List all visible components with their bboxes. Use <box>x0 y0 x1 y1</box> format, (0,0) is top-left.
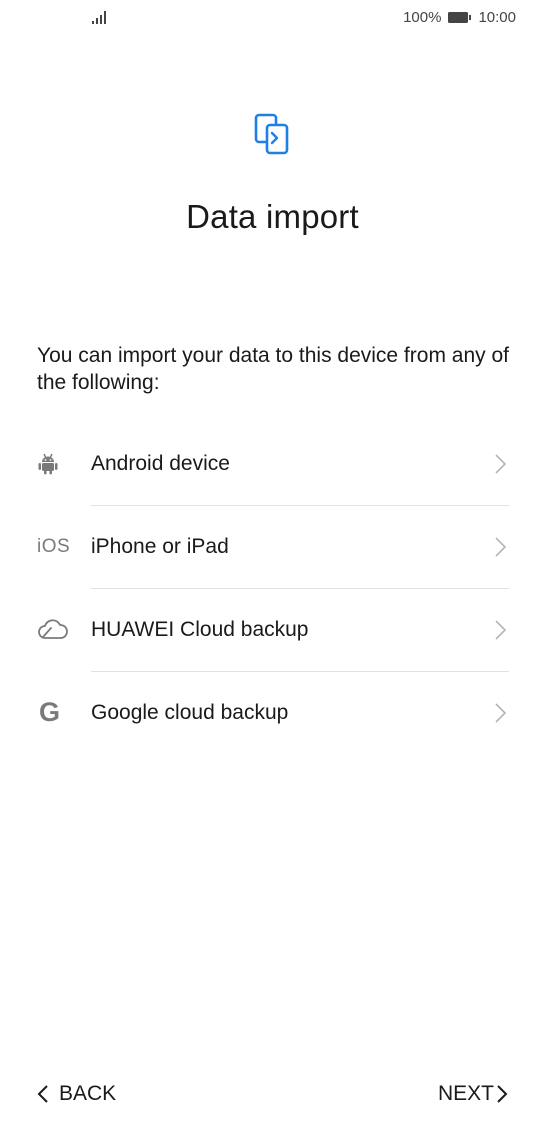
back-button[interactable]: BACK <box>37 1082 116 1106</box>
status-bar: 100% 10:00 <box>0 0 545 36</box>
source-label: iPhone or iPad <box>91 534 229 558</box>
battery-full-icon <box>448 12 472 23</box>
source-label: Android device <box>91 451 230 475</box>
source-google-cloud-backup[interactable]: G Google cloud backup <box>37 671 509 754</box>
chevron-right-icon <box>495 453 507 474</box>
chevron-right-icon <box>497 1085 508 1103</box>
signal-bars-icon <box>92 11 106 24</box>
status-right: 100% 10:00 <box>403 9 516 26</box>
intro-text: You can import your data to this device … <box>37 344 509 394</box>
next-label: NEXT <box>437 1082 494 1105</box>
source-iphone-or-ipad[interactable]: iOS iPhone or iPad <box>37 505 509 588</box>
clock: 10:00 <box>478 9 516 26</box>
ios-icon: iOS <box>37 535 71 557</box>
chevron-right-icon <box>495 702 507 723</box>
chevron-left-icon <box>37 1085 48 1103</box>
google-icon: G <box>39 697 61 727</box>
source-huawei-cloud-backup[interactable]: HUAWEI Cloud backup <box>37 588 509 671</box>
import-source-list: Android device iOS iPhone or iPad HUAWEI… <box>37 422 509 754</box>
next-button[interactable]: NEXT <box>438 1082 508 1106</box>
battery-percent: 100% <box>403 9 442 26</box>
android-icon <box>37 449 73 479</box>
chevron-right-icon <box>495 619 507 640</box>
back-label: BACK <box>59 1082 117 1105</box>
cloud-icon <box>37 615 73 645</box>
chevron-right-icon <box>495 536 507 557</box>
source-label: Google cloud backup <box>91 700 289 724</box>
source-android-device[interactable]: Android device <box>37 422 509 505</box>
source-label: HUAWEI Cloud backup <box>91 617 309 641</box>
phone-transfer-icon <box>254 113 289 155</box>
page-title: Data import <box>186 198 359 235</box>
